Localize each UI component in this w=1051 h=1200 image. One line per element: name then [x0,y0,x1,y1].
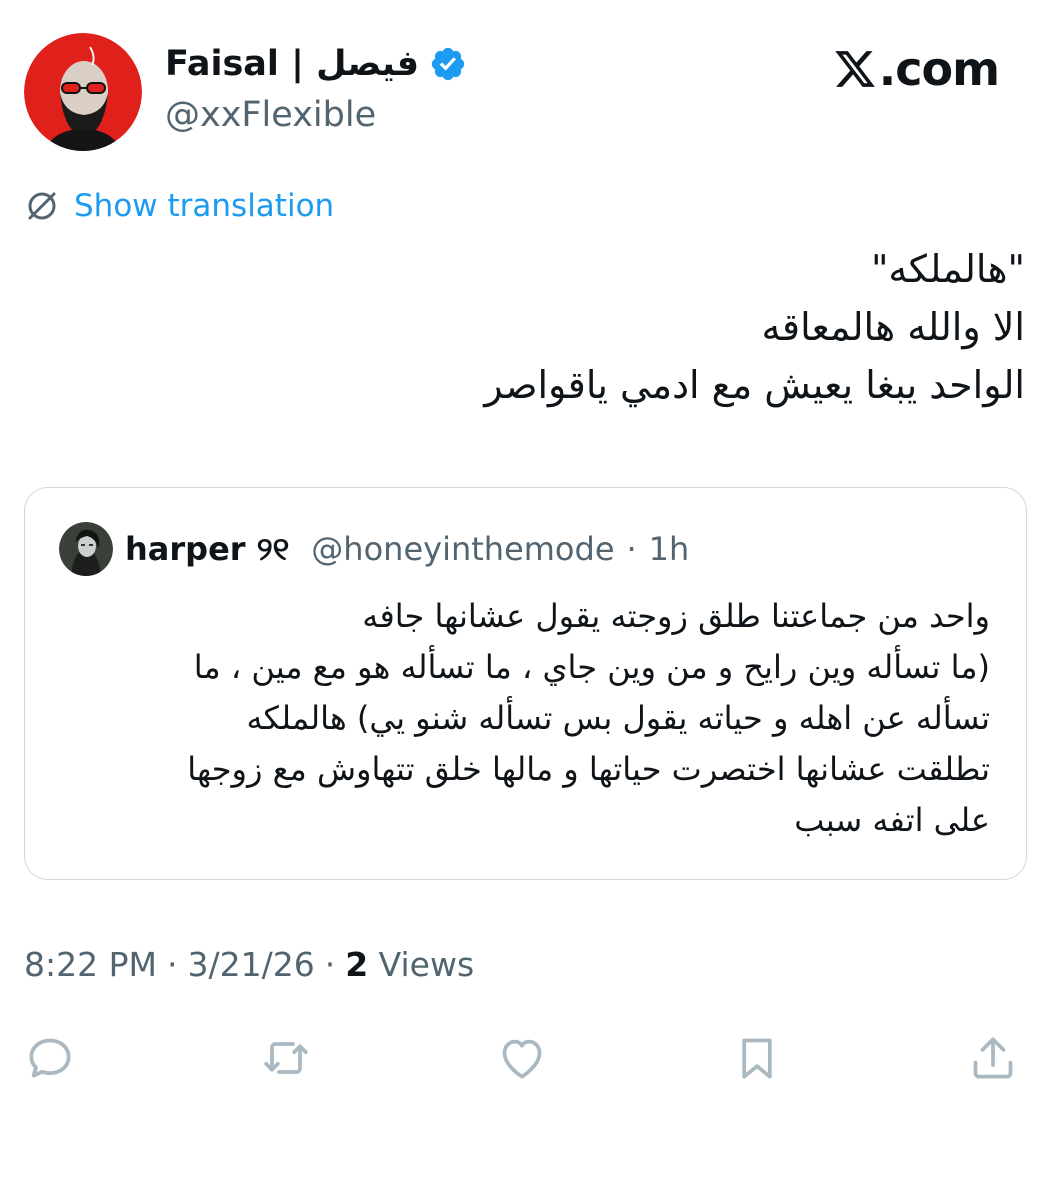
quoted-line: تسأله عن اهله و حياته يقول بس تسأله شنو … [246,699,990,737]
author-handle[interactable]: @xxFlexible [165,95,376,135]
quoted-line: (ما تسأله وين رايح و من وين جاي ، ما تسأ… [193,648,990,686]
x-brand: .com [833,42,1000,96]
tweet-meta: 8:22 PM · 3/21/26 · 2 Views [24,945,474,984]
quoted-display-name[interactable]: harper ୨୧ [125,530,289,569]
tweet-date[interactable]: 3/21/26 [187,945,314,984]
action-bar [0,1030,1051,1090]
reply-icon[interactable] [22,1030,78,1086]
show-translation-label[interactable]: Show translation [74,188,334,224]
translate-icon [24,188,60,224]
quoted-handle[interactable]: @honeyinthemode [311,530,614,568]
quoted-separator: · [626,530,637,568]
author-name-row: Faisal | فيصل [165,44,467,84]
avatar[interactable] [24,33,142,151]
meta-separator: · [324,945,336,984]
retweet-icon[interactable] [258,1030,314,1086]
like-icon[interactable] [494,1030,550,1086]
views-count: 2 [345,945,369,984]
brand-domain: .com [878,42,1000,96]
author-display-name[interactable]: Faisal | فيصل [165,44,419,84]
tweet-line: الا والله هالمعاقه [761,305,1025,349]
tweet-line: "هالملكه" [870,247,1025,291]
quoted-tweet-text: واحد من جماعتنا طلق زوجته يقول عشانها جا… [50,591,990,846]
verified-badge-icon [429,45,467,83]
quoted-line: تطلقت عشانها اختصرت حياتها و مالها خلق ت… [187,750,990,788]
tweet-time[interactable]: 8:22 PM [24,945,157,984]
quoted-line: واحد من جماعتنا طلق زوجته يقول عشانها جا… [362,597,990,635]
bookmark-icon[interactable] [729,1030,785,1086]
views-label: Views [378,945,475,984]
x-logo-icon [835,51,875,87]
quoted-timestamp[interactable]: 1h [649,530,690,568]
show-translation-link[interactable]: Show translation [24,188,334,224]
quoted-avatar[interactable] [59,522,113,576]
tweet-line: الواحد يبغا يعيش مع ادمي ياقواصر [484,363,1025,407]
quoted-line: على اتفه سبب [794,801,990,839]
quoted-tweet[interactable]: harper ୨୧ @honeyinthemode · 1h واحد من ج… [24,487,1027,880]
share-icon[interactable] [965,1030,1021,1086]
meta-separator: · [166,945,178,984]
quoted-tweet-header: harper ୨୧ @honeyinthemode · 1h [59,522,689,576]
tweet-text: "هالملكه" الا والله هالمعاقه الواحد يبغا… [25,240,1025,414]
